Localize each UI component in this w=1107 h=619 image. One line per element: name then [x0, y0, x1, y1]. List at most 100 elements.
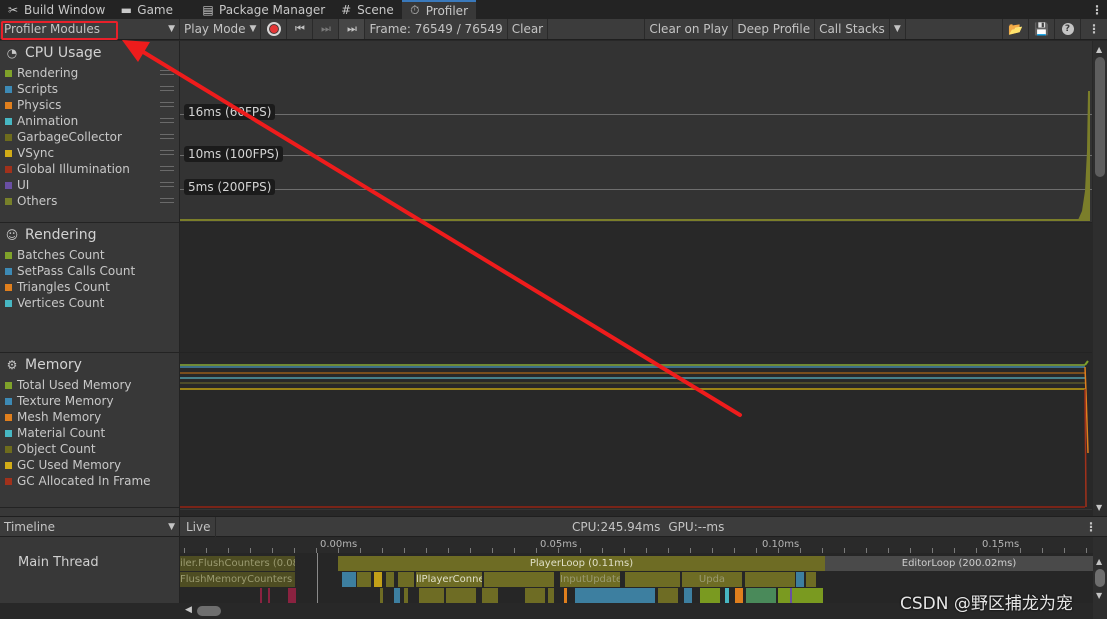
legend-item-texture-memory[interactable]: Texture Memory: [0, 393, 180, 409]
legend-item-gc-allocated-in-frame[interactable]: GC Allocated In Frame: [0, 473, 180, 489]
player-connection-block[interactable]: llPlayerConne: [416, 572, 482, 587]
drag-handle-icon[interactable]: [160, 86, 174, 91]
legend-item-global-illumination[interactable]: Global Illumination: [0, 161, 180, 177]
profiler-sample-block[interactable]: [386, 572, 394, 587]
profiler-sample-block[interactable]: [745, 572, 795, 587]
profiler-sample-block[interactable]: [700, 588, 720, 603]
clear-on-play-toggle[interactable]: Clear on Play: [645, 19, 734, 39]
drag-handle-icon[interactable]: [160, 118, 174, 123]
legend-item-scripts[interactable]: Scripts: [0, 81, 180, 97]
load-button[interactable]: 📂: [1003, 19, 1029, 39]
legend-item-gc-used-memory[interactable]: GC Used Memory: [0, 457, 180, 473]
profiler-sample-block[interactable]: [342, 572, 356, 587]
legend-item-animation[interactable]: Animation: [0, 113, 180, 129]
legend-item-physics[interactable]: Physics: [0, 97, 180, 113]
play-mode-dropdown[interactable]: Play Mode ▼: [180, 19, 262, 39]
flush-memory-counters-block[interactable]: FlushMemoryCounters (: [180, 572, 295, 587]
tab-game[interactable]: ▬ Game: [113, 0, 181, 19]
scrollbar-thumb[interactable]: [1095, 57, 1105, 177]
legend-item-mesh-memory[interactable]: Mesh Memory: [0, 409, 180, 425]
profiler-sample-block[interactable]: [419, 588, 444, 603]
profiler-sample-block[interactable]: [575, 588, 655, 603]
profiler-sample-block[interactable]: [374, 572, 382, 587]
scroll-down-icon[interactable]: ▼: [1096, 591, 1102, 600]
drag-handle-icon[interactable]: [160, 134, 174, 139]
scrollbar-thumb[interactable]: [1095, 569, 1105, 587]
next-frame-button[interactable]: ⏭: [313, 19, 340, 39]
legend-item-others[interactable]: Others: [0, 193, 180, 209]
profiler-sample-block[interactable]: [735, 588, 743, 603]
editor-loop-block[interactable]: EditorLoop (200.02ms): [825, 556, 1093, 571]
timeline-ruler[interactable]: 0.00ms 0.05ms 0.10ms 0.15ms: [180, 537, 1093, 553]
update-block[interactable]: Upda: [682, 572, 742, 587]
legend-item-rendering[interactable]: Rendering: [0, 65, 180, 81]
profiler-sample-block[interactable]: [398, 572, 414, 587]
legend-item-triangles-count[interactable]: Triangles Count: [0, 279, 180, 295]
profiler-sample-block[interactable]: [380, 588, 383, 603]
input-update-block[interactable]: InputUpdate: [560, 572, 620, 587]
profiler-sample-block[interactable]: [810, 588, 818, 603]
drag-handle-icon[interactable]: [160, 182, 174, 187]
module-cpu-usage[interactable]: ◔ CPU Usage Rendering Scripts Physics Anima…: [0, 41, 180, 223]
profiler-sample-block[interactable]: [394, 588, 400, 603]
drag-handle-icon[interactable]: [160, 166, 174, 171]
legend-item-object-count[interactable]: Object Count: [0, 441, 180, 457]
legend-item-setpass-calls-count[interactable]: SetPass Calls Count: [0, 263, 180, 279]
player-loop-block[interactable]: PlayerLoop (0.11ms): [338, 556, 825, 571]
profiler-sample-block[interactable]: [484, 572, 554, 587]
profiler-sample-block[interactable]: [564, 588, 567, 603]
legend-item-garbagecollector[interactable]: GarbageCollector: [0, 129, 180, 145]
module-rendering[interactable]: ☺ Rendering Batches Count SetPass Calls C…: [0, 223, 180, 353]
scroll-left-icon[interactable]: ◀: [185, 605, 192, 615]
save-button[interactable]: 💾: [1029, 19, 1055, 39]
record-button[interactable]: [261, 19, 288, 39]
legend-item-total-used-memory[interactable]: Total Used Memory: [0, 377, 180, 393]
profiler-sample-block[interactable]: [482, 588, 498, 603]
legend-item-vsync[interactable]: VSync: [0, 145, 180, 161]
profiler-sample-block[interactable]: [525, 588, 545, 603]
rendering-chart[interactable]: [180, 223, 1092, 353]
modules-scrollbar[interactable]: ▲ ▼: [1093, 41, 1107, 516]
scrollbar-thumb[interactable]: [197, 606, 221, 616]
call-stacks-dropdown[interactable]: ▼: [890, 19, 906, 39]
profiler-sample-block[interactable]: [357, 572, 371, 587]
drag-handle-icon[interactable]: [160, 102, 174, 107]
module-memory[interactable]: ⚙ Memory Total Used Memory Texture Memory…: [0, 353, 180, 508]
legend-item-batches-count[interactable]: Batches Count: [0, 247, 180, 263]
live-toggle[interactable]: Live: [182, 517, 216, 537]
memory-chart[interactable]: [180, 353, 1092, 509]
profiler-sample-block[interactable]: [404, 588, 408, 603]
tab-menu-icon[interactable]: ⋮: [1087, 0, 1107, 19]
deep-profile-toggle[interactable]: Deep Profile: [733, 19, 816, 39]
legend-item-vertices-count[interactable]: Vertices Count: [0, 295, 180, 311]
profiler-sample-block[interactable]: [725, 588, 729, 603]
legend-item-material-count[interactable]: Material Count: [0, 425, 180, 441]
profiler-sample-block[interactable]: [684, 588, 692, 603]
view-mode-dropdown[interactable]: Timeline ▼: [0, 517, 180, 537]
current-frame-button[interactable]: ⏭: [339, 19, 366, 39]
drag-handle-icon[interactable]: [160, 70, 174, 75]
profiler-sample-block[interactable]: [790, 588, 792, 603]
profiler-sample-block[interactable]: [625, 572, 680, 587]
tab-scene[interactable]: # Scene: [333, 0, 402, 19]
tab-package-manager[interactable]: ▤ Package Manager: [195, 0, 333, 19]
tab-profiler[interactable]: ⏱ Profiler: [401, 0, 476, 19]
drag-handle-icon[interactable]: [160, 150, 174, 155]
call-stacks-toggle[interactable]: Call Stacks: [815, 19, 890, 39]
help-button[interactable]: ?: [1055, 19, 1081, 39]
cpu-usage-chart[interactable]: 16ms (60FPS) 10ms (100FPS) 5ms (200FPS): [180, 41, 1092, 223]
profiler-sample-block[interactable]: [548, 588, 554, 603]
profiler-modules-dropdown[interactable]: Profiler Modules ▼: [0, 19, 180, 39]
scroll-up-icon[interactable]: ▲: [1096, 557, 1102, 566]
profiler-sample-block[interactable]: [806, 572, 816, 587]
more-options-button[interactable]: ⋮: [1081, 19, 1107, 39]
legend-item-ui[interactable]: UI: [0, 177, 180, 193]
profiler-sample-block[interactable]: [796, 572, 804, 587]
flush-counters-block[interactable]: iler.FlushCounters (0.08: [180, 556, 295, 571]
scroll-up-icon[interactable]: ▲: [1096, 45, 1102, 54]
timeline-vertical-scrollbar[interactable]: ▲ ▼: [1093, 537, 1107, 619]
clear-button[interactable]: Clear: [508, 19, 549, 39]
details-menu-icon[interactable]: ⋮: [1085, 517, 1097, 537]
prev-frame-button[interactable]: ⏮: [287, 19, 314, 39]
scroll-down-icon[interactable]: ▼: [1096, 503, 1102, 512]
